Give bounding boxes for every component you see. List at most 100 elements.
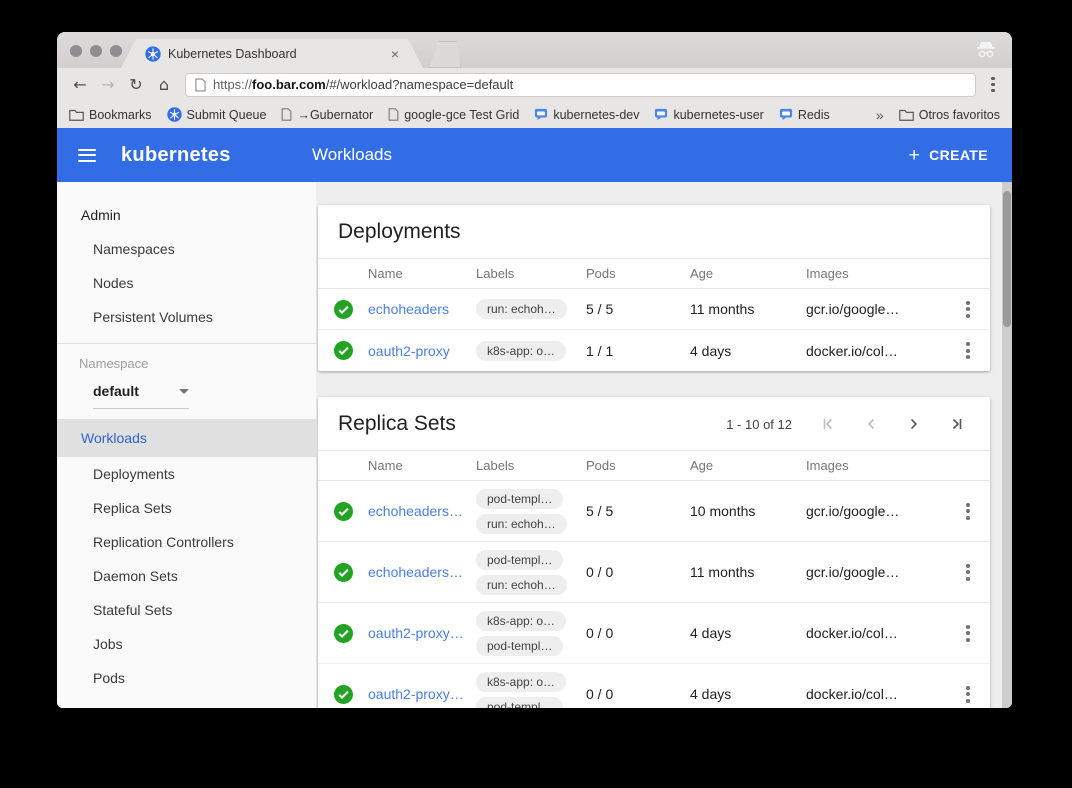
resource-name-link[interactable]: echoheaders… (368, 503, 476, 519)
tab-close-icon[interactable]: × (391, 47, 399, 61)
bookmark-item[interactable]: Submit Queue (167, 107, 267, 122)
app-bar: kubernetes Workloads + CREATE (57, 128, 1012, 182)
page-title: Workloads (312, 145, 392, 165)
bookmark-item[interactable]: google-gce Test Grid (388, 108, 519, 122)
table-row: oauth2-proxy… k8s-app: o… pod-templ… 0 /… (318, 603, 990, 664)
row-menu-button[interactable] (946, 564, 990, 581)
resource-name-link[interactable]: oauth2-proxy… (368, 686, 476, 702)
row-menu-button[interactable] (946, 503, 990, 520)
column-name: Name (368, 458, 476, 473)
sidebar-item-pods[interactable]: Pods (57, 661, 316, 695)
row-menu-button[interactable] (946, 301, 990, 318)
age-value: 4 days (690, 343, 806, 359)
row-menu-button[interactable] (946, 342, 990, 359)
table-row: echoheaders run: echoh… 5 / 5 11 months … (318, 289, 990, 330)
tab-strip: Kubernetes Dashboard × (57, 32, 1012, 68)
groups-icon (534, 108, 548, 121)
images-value: gcr.io/google… (806, 301, 946, 317)
label-chip: pod-templ… (476, 550, 563, 570)
column-age: Age (690, 266, 806, 281)
sidebar-item-workloads[interactable]: Workloads (57, 419, 316, 457)
bookmark-item[interactable]: →Gubernator (281, 108, 373, 122)
sidebar-item-daemon-sets[interactable]: Daemon Sets (57, 559, 316, 593)
previous-page-button[interactable] (864, 417, 878, 431)
status-ok-icon (334, 624, 353, 643)
new-tab-button[interactable] (429, 41, 461, 68)
table-row: echoheaders… pod-templ… run: echoh… 5 / … (318, 481, 990, 542)
label-chip: pod-templ… (476, 697, 563, 709)
resource-name-link[interactable]: echoheaders… (368, 564, 476, 580)
bookmarks-overflow-icon[interactable]: » (876, 107, 884, 123)
age-value: 10 months (690, 503, 806, 519)
url-scheme: https:// (213, 77, 252, 92)
browser-tab[interactable]: Kubernetes Dashboard × (121, 39, 423, 68)
sidebar-item-deployments[interactable]: Deployments (57, 457, 316, 491)
row-menu-button[interactable] (946, 625, 990, 642)
sidebar-item-jobs[interactable]: Jobs (57, 627, 316, 661)
label-chip: k8s-app: o… (476, 611, 566, 631)
status-ok-icon (334, 341, 353, 360)
status-ok-icon (334, 502, 353, 521)
table-header: Name Labels Pods Age Images (318, 450, 990, 481)
hamburger-menu-icon[interactable] (78, 149, 96, 162)
bookmark-item[interactable]: Bookmarks (69, 108, 152, 122)
browser-toolbar: ← → ↻ ⌂ https://foo.bar.com/#/workload?n… (57, 68, 1012, 101)
next-page-button[interactable] (907, 417, 921, 431)
create-button[interactable]: + CREATE (909, 146, 988, 165)
window-minimize-button[interactable] (90, 45, 102, 57)
status-ok-icon (334, 300, 353, 319)
sidebar-item-replication-controllers[interactable]: Replication Controllers (57, 525, 316, 559)
groups-icon (779, 108, 793, 121)
images-value: gcr.io/google… (806, 564, 946, 580)
address-bar[interactable]: https://foo.bar.com/#/workload?namespace… (185, 73, 976, 97)
column-images: Images (806, 266, 946, 281)
pods-value: 5 / 5 (586, 503, 690, 519)
resource-name-link[interactable]: oauth2-proxy (368, 343, 476, 359)
sidebar-item-stateful-sets[interactable]: Stateful Sets (57, 593, 316, 627)
sidebar-item-persistent-volumes[interactable]: Persistent Volumes (57, 300, 316, 334)
label-chip: pod-templ… (476, 489, 563, 509)
bookmark-folder-otros[interactable]: Otros favoritos (899, 108, 1000, 122)
bookmarks-bar: Bookmarks Submit Queue →Gubernator googl… (57, 101, 1012, 128)
page-scrollbar[interactable] (1002, 182, 1012, 708)
row-menu-button[interactable] (946, 686, 990, 703)
resource-name-link[interactable]: echoheaders (368, 301, 476, 317)
browser-menu-button[interactable] (984, 77, 1002, 93)
page-security-icon (195, 78, 206, 92)
page-icon (388, 108, 399, 121)
bookmark-item[interactable]: kubernetes-dev (534, 108, 639, 122)
plus-icon: + (909, 146, 921, 165)
bookmark-item[interactable]: kubernetes-user (654, 108, 763, 122)
age-value: 11 months (690, 564, 806, 580)
sidebar-item-namespaces[interactable]: Namespaces (57, 232, 316, 266)
sidebar-item-replica-sets[interactable]: Replica Sets (57, 491, 316, 525)
table-row: echoheaders… pod-templ… run: echoh… 0 / … (318, 542, 990, 603)
column-name: Name (368, 266, 476, 281)
home-button[interactable]: ⌂ (151, 75, 177, 94)
browser-window: Kubernetes Dashboard × ← → ↻ ⌂ https://f… (57, 32, 1012, 708)
images-value: gcr.io/google… (806, 503, 946, 519)
window-zoom-button[interactable] (110, 45, 122, 57)
scrollbar-thumb[interactable] (1003, 191, 1011, 327)
first-page-button[interactable] (821, 417, 835, 431)
sidebar-section-admin[interactable]: Admin (57, 198, 316, 232)
bookmark-item[interactable]: Redis (779, 108, 830, 122)
reload-button[interactable]: ↻ (123, 75, 149, 94)
namespace-label: Namespace (57, 346, 316, 371)
last-page-button[interactable] (950, 417, 964, 431)
url-path: /#/workload?namespace=default (326, 77, 514, 92)
sidebar-item-nodes[interactable]: Nodes (57, 266, 316, 300)
status-ok-icon (334, 685, 353, 704)
forward-button[interactable]: → (95, 75, 121, 94)
window-close-button[interactable] (70, 45, 82, 57)
sidebar: Admin Namespaces Nodes Persistent Volume… (57, 182, 316, 708)
groups-icon (654, 108, 668, 121)
pagination-range: 1 - 10 of 12 (726, 417, 792, 432)
kubernetes-favicon-icon (145, 46, 161, 62)
kubernetes-logo[interactable]: kubernetes (121, 144, 231, 167)
namespace-selector[interactable]: default (93, 383, 189, 409)
label-chip: pod-templ… (476, 636, 563, 656)
back-button[interactable]: ← (67, 75, 93, 94)
status-ok-icon (334, 563, 353, 582)
resource-name-link[interactable]: oauth2-proxy… (368, 625, 476, 641)
